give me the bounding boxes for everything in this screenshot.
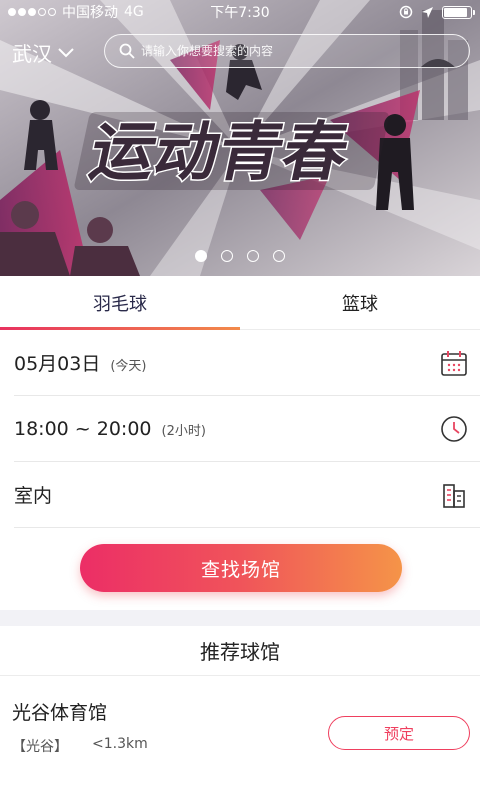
booking-form: 05月03日 (今天) 18:00 ~ 20:00 (2小时) 室内 查找场馆 [0,330,480,610]
venue-distance: <1.3km [92,736,148,752]
time-row[interactable]: 18:00 ~ 20:00 (2小时) [0,396,480,461]
battery-icon [442,5,475,19]
venue-area: 【光谷】 [12,739,68,755]
signal-strength-icon [8,8,56,16]
city-selector[interactable]: 武汉 [12,38,74,67]
svg-text:运动青春: 运动青春 [83,116,355,190]
clock-icon [441,415,467,442]
venue-type-row[interactable]: 室内 [0,462,480,527]
find-venue-button[interactable]: 查找场馆 [80,544,402,592]
chevron-down-icon [58,47,74,57]
sport-tabs: 羽毛球 篮球 [0,276,480,330]
tab-basketball[interactable]: 篮球 [240,276,480,329]
pager-dot[interactable] [195,250,207,262]
building-icon [443,483,465,508]
date-value: 05月03日 [14,353,101,375]
venue-type-value: 室内 [14,485,53,507]
pager-dot[interactable] [273,250,285,262]
calendar-icon [441,350,467,376]
tab-badminton[interactable]: 羽毛球 [0,276,240,330]
status-bar: 中国移动 4G 下午7:30 [0,0,480,24]
date-row[interactable]: 05月03日 (今天) [0,330,480,395]
pager-dot[interactable] [247,250,259,262]
top-bar: 武汉 [0,32,480,72]
carrier-name: 中国移动 [62,5,118,21]
duration-value: (2小时) [161,423,206,439]
pager-dot[interactable] [221,250,233,262]
book-button[interactable]: 预定 [328,716,470,750]
banner-pager [0,250,480,262]
rotation-lock-icon [399,5,413,19]
network-type: 4G [124,4,144,20]
date-note: (今天) [110,359,147,374]
venue-name: 光谷体育馆 [12,702,108,724]
recommended-venues: 推荐球馆 光谷体育馆 【光谷】 <1.3km 预定 [0,626,480,800]
search-bar[interactable] [104,34,470,68]
location-arrow-icon [422,6,433,18]
search-input[interactable] [141,44,469,58]
section-title: 推荐球馆 [0,626,480,676]
venue-item[interactable]: 光谷体育馆 【光谷】 <1.3km 预定 [0,676,480,776]
time-range-value: 18:00 ~ 20:00 [14,417,152,440]
city-name: 武汉 [12,42,52,66]
search-icon [119,43,135,59]
